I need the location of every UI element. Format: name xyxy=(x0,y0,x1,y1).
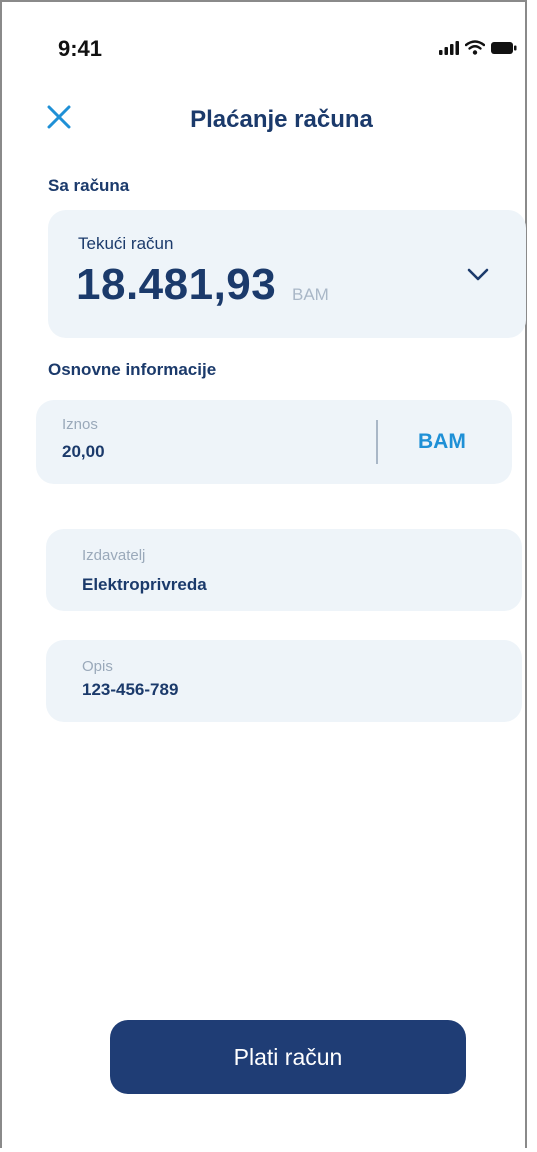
header: Plaćanje računa xyxy=(2,92,525,152)
account-selector[interactable]: Tekući račun 18.481,93 BAM xyxy=(48,210,526,338)
description-value[interactable]: 123-456-789 xyxy=(82,680,178,700)
amount-label: Iznos xyxy=(62,416,98,433)
description-label: Opis xyxy=(82,658,113,675)
amount-field[interactable]: Iznos 20,00 BAM xyxy=(36,400,512,484)
status-icons xyxy=(439,40,517,55)
basic-info-section-label: Osnovne informacije xyxy=(48,360,217,379)
phone-screen: 9:41 Plaćanje računa Sa računa Tekući ra… xyxy=(0,0,527,1148)
battery-icon xyxy=(491,41,517,54)
wifi-icon xyxy=(465,40,485,55)
chevron-down-icon[interactable] xyxy=(466,262,490,286)
currency-selector-button[interactable]: BAM xyxy=(418,430,466,454)
amount-divider xyxy=(376,420,378,464)
account-name: Tekući račun xyxy=(78,234,174,253)
pay-bill-button[interactable]: Plati račun xyxy=(110,1020,466,1094)
issuer-label: Izdavatelj xyxy=(82,547,146,564)
status-bar: 9:41 xyxy=(2,2,525,92)
status-time: 9:41 xyxy=(58,36,103,61)
issuer-value[interactable]: Elektroprivreda xyxy=(82,575,207,595)
account-balance: 18.481,93 xyxy=(76,260,277,309)
description-field[interactable]: Opis 123-456-789 xyxy=(46,640,522,722)
amount-value[interactable]: 20,00 xyxy=(62,442,105,462)
from-account-section-label: Sa računa xyxy=(48,176,130,195)
issuer-field[interactable]: Izdavatelj Elektroprivreda xyxy=(46,529,522,611)
page-title: Plaćanje računa xyxy=(190,106,373,133)
account-currency: BAM xyxy=(292,285,329,304)
cellular-signal-icon xyxy=(439,40,459,55)
